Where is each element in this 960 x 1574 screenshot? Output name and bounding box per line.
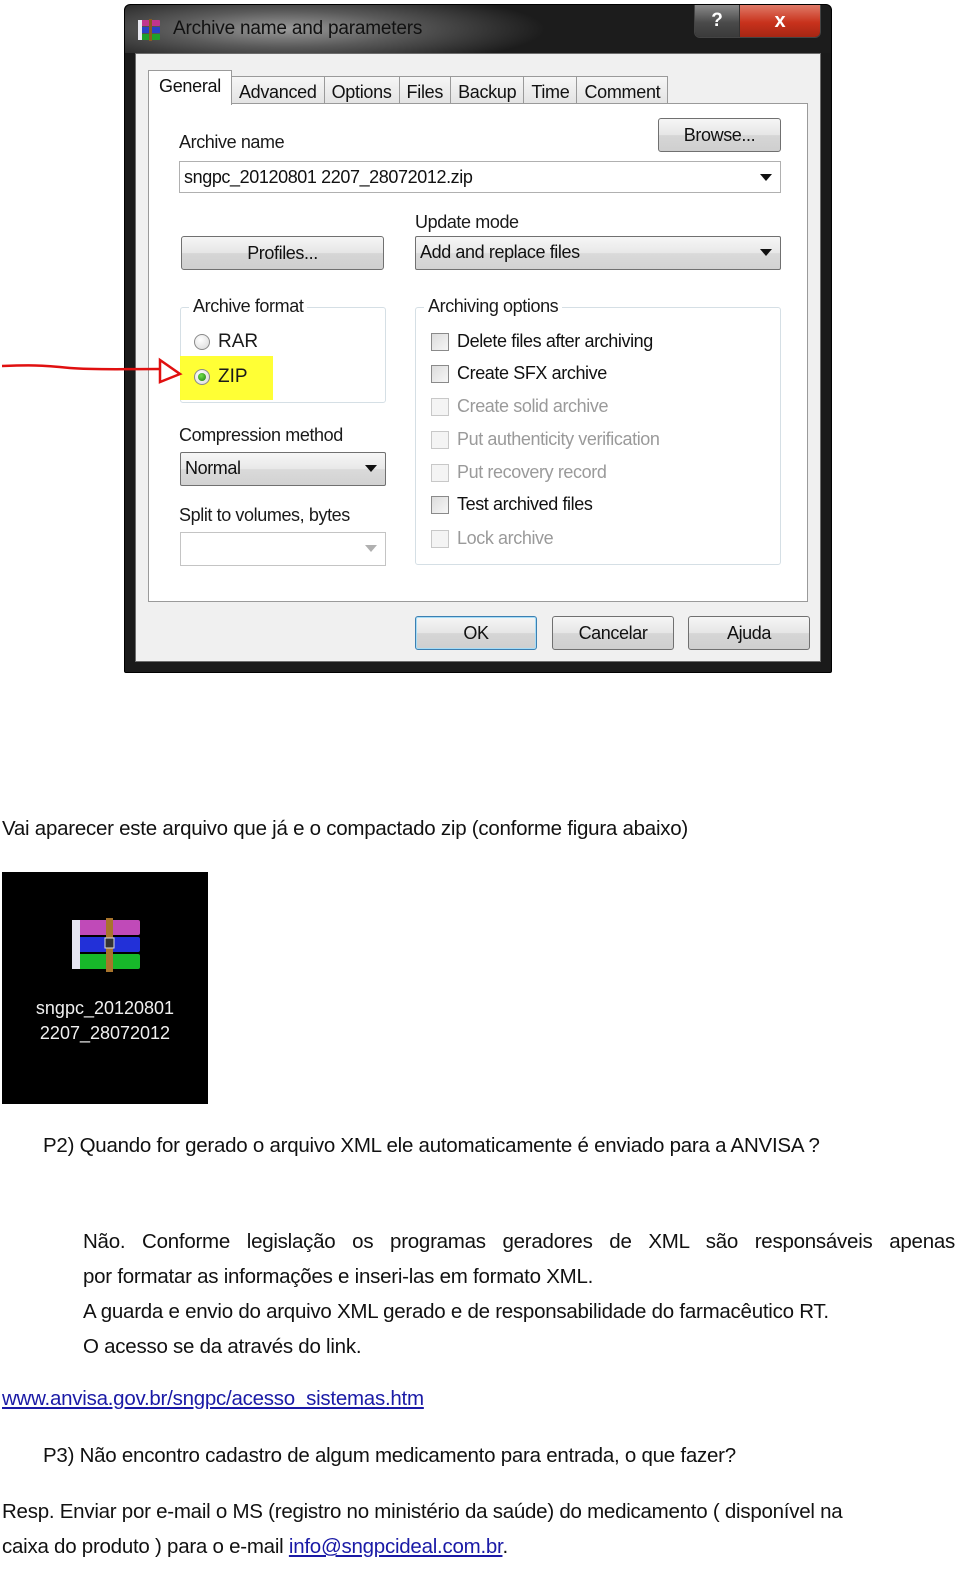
checkbox (431, 463, 449, 482)
chevron-down-icon (365, 465, 377, 472)
profiles-button[interactable]: Profiles... (181, 236, 384, 270)
desktop-file-icon[interactable]: sngpc_20120801 2207_28072012 (2, 872, 208, 1104)
checkbox (431, 529, 449, 548)
option-label: Create SFX archive (457, 363, 607, 383)
p3-answer-line2-prefix: caixa do produto ) para o e-mail (2, 1535, 289, 1558)
option-create-solid: Create solid archive (431, 396, 608, 417)
p2-answer: Não. Conforme legislação os programas ge… (83, 1224, 955, 1364)
chevron-down-icon[interactable] (760, 174, 772, 181)
p2-answer-line3: A guarda e envio do arquivo XML gerado e… (83, 1300, 829, 1323)
close-button[interactable]: x (740, 5, 820, 37)
tab-time[interactable]: Time (523, 76, 578, 105)
compression-method-label: Compression method (179, 425, 343, 445)
tab-options[interactable]: Options (323, 76, 400, 105)
option-label: Create solid archive (457, 396, 609, 416)
winrar-books-icon (138, 19, 160, 41)
tab-general[interactable]: General (148, 70, 232, 105)
p3-answer-line1: Resp. Enviar por e-mail o MS (registro n… (2, 1500, 843, 1523)
ok-button[interactable]: OK (415, 616, 537, 650)
chevron-down-icon (365, 545, 377, 552)
radio-label: RAR (218, 331, 259, 352)
close-icon: x (774, 10, 786, 32)
option-recovery-record: Put recovery record (431, 462, 607, 483)
tab-backup[interactable]: Backup (450, 76, 525, 105)
p2-answer-line1: Não. Conforme legislação os programas ge… (83, 1230, 955, 1253)
help-button[interactable]: Ajuda (688, 616, 810, 650)
option-label: Delete files after archiving (457, 331, 653, 351)
p3-answer-line2: caixa do produto ) para o e-mail info@sn… (2, 1535, 508, 1559)
option-create-sfx[interactable]: Create SFX archive (431, 363, 607, 384)
option-label: Test archived files (457, 494, 593, 514)
option-label: Put authenticity verification (457, 429, 660, 449)
option-authenticity: Put authenticity verification (431, 429, 660, 450)
checkbox[interactable] (431, 364, 449, 383)
doc-line-intro: Vai aparecer este arquivo que já e o com… (2, 817, 688, 840)
archive-name-value: sngpc_20120801 2207_28072012.zip (184, 167, 473, 187)
archive-name-label: Archive name (179, 132, 285, 152)
tab-comment[interactable]: Comment (576, 76, 669, 105)
tab-advanced[interactable]: Advanced (230, 76, 325, 105)
p3-question: P3) Não encontro cadastro de algum medic… (43, 1444, 736, 1467)
update-mode-select[interactable]: Add and replace files (415, 236, 781, 270)
red-arrow-annotation (1, 357, 183, 384)
option-test-files[interactable]: Test archived files (431, 494, 593, 515)
option-label: Put recovery record (457, 462, 607, 482)
update-mode-value: Add and replace files (420, 242, 580, 262)
archive-name-combo[interactable]: sngpc_20120801 2207_28072012.zip (179, 161, 781, 193)
radio-button-selected[interactable] (194, 369, 210, 385)
p2-answer-line2: por formatar as informações e inseri-las… (83, 1265, 594, 1288)
chevron-down-icon (760, 249, 772, 256)
option-label: Lock archive (457, 528, 554, 548)
title-bar[interactable]: Archive name and parameters ? x (125, 5, 831, 53)
tab-strip: General Advanced Options Files Backup Ti… (148, 70, 669, 105)
anvisa-link-line: www.anvisa.gov.br/sngpc/acesso_sistemas.… (2, 1387, 424, 1411)
archive-format-legend: Archive format (189, 296, 308, 317)
radio-button[interactable] (194, 334, 210, 350)
split-volumes-combo[interactable] (180, 532, 386, 566)
p2-answer-line4: O acesso se da através do link. (83, 1335, 362, 1358)
format-zip-radio[interactable]: ZIP (194, 366, 248, 388)
email-link[interactable]: info@sngpcideal.com.br (289, 1535, 503, 1558)
checkbox[interactable] (431, 495, 449, 514)
radio-label: ZIP (218, 366, 248, 387)
file-caption-line1: sngpc_20120801 (35, 998, 175, 1018)
checkbox (431, 397, 449, 416)
p3-answer-line2-suffix: . (502, 1535, 508, 1558)
option-lock-archive: Lock archive (431, 528, 554, 549)
p2-question: P2) Quando for gerado o arquivo XML ele … (43, 1134, 820, 1157)
cancel-button[interactable]: Cancelar (552, 616, 674, 650)
browse-button[interactable]: Browse... (658, 118, 781, 152)
option-delete-files[interactable]: Delete files after archiving (431, 331, 653, 352)
caption-buttons: ? x (694, 5, 821, 38)
checkbox[interactable] (431, 332, 449, 351)
update-mode-label: Update mode (415, 212, 519, 232)
split-volumes-label: Split to volumes, bytes (179, 505, 350, 525)
format-rar-radio[interactable]: RAR (194, 331, 258, 353)
compression-method-select[interactable]: Normal (180, 452, 386, 486)
checkbox (431, 430, 449, 449)
file-caption-line2: 2207_28072012 (39, 1023, 171, 1043)
archiving-options-legend: Archiving options (424, 296, 563, 317)
dialog-title: Archive name and parameters (173, 18, 423, 39)
help-caption-button[interactable]: ? (695, 5, 740, 37)
compression-method-value: Normal (185, 458, 241, 478)
anvisa-link[interactable]: www.anvisa.gov.br/sngpc/acesso_sistemas.… (2, 1387, 424, 1410)
tab-files[interactable]: Files (398, 76, 452, 105)
winrar-archive-icon (72, 918, 140, 972)
